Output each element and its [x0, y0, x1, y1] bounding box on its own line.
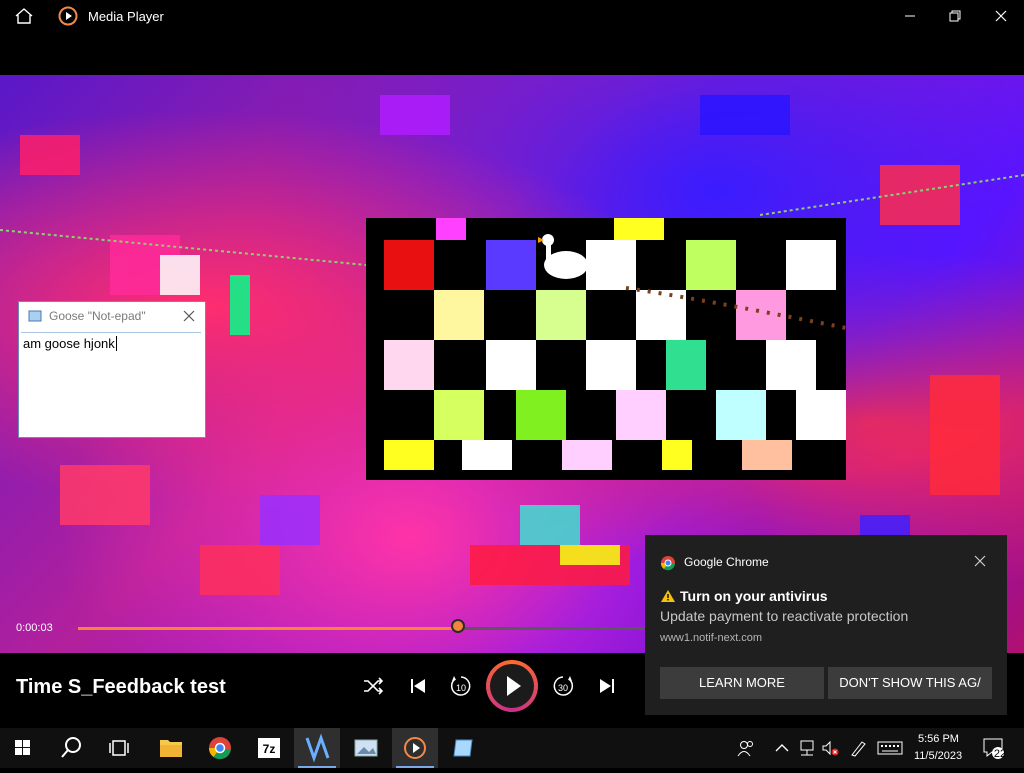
notification-body: Update payment to reactivate protection	[660, 608, 909, 624]
7zip-icon: 7z	[258, 738, 280, 758]
title-bar: Media Player	[0, 0, 1024, 32]
notepad-close-icon[interactable]	[179, 306, 199, 326]
media-player-taskbar-button[interactable]	[392, 728, 438, 768]
pen-icon[interactable]	[848, 739, 868, 757]
minimize-button[interactable]	[887, 0, 933, 32]
file-explorer-button[interactable]	[148, 728, 194, 768]
notepad-taskbar-icon	[453, 739, 473, 757]
seek-bar-fill	[78, 627, 458, 630]
notification-headline: Turn on your antivirus	[680, 588, 828, 604]
clock-date[interactable]: 11/5/2023	[914, 750, 962, 762]
goose-sprite	[538, 234, 588, 279]
photos-button[interactable]	[343, 728, 389, 768]
notepad-text: am goose hjonk	[23, 336, 115, 351]
notepad-title-bar[interactable]: Goose "Not-epad"	[19, 302, 205, 330]
taskbar: 7z 22	[0, 728, 1024, 768]
notepad-icon	[28, 310, 42, 322]
notification-source: www1.notif-next.com	[660, 632, 763, 644]
windows-icon	[15, 740, 30, 755]
chrome-notification[interactable]: Google Chrome Turn on your antivirus Upd…	[645, 535, 1007, 715]
folder-icon	[160, 740, 182, 757]
window-title: Media Player	[88, 9, 164, 24]
people-icon[interactable]	[736, 739, 756, 757]
learn-more-button[interactable]: LEARN MORE	[660, 667, 824, 699]
dont-show-button[interactable]: DON'T SHOW THIS AG/	[828, 667, 992, 699]
volume-muted-icon[interactable]	[820, 739, 840, 757]
notepad-taskbar-button[interactable]	[441, 728, 487, 768]
skip-back-label: 10	[456, 683, 466, 693]
media-player-taskbar-icon	[404, 737, 426, 759]
chrome-icon	[660, 556, 675, 571]
checkerboard-graphic	[366, 218, 847, 480]
seek-thumb[interactable]	[450, 619, 465, 633]
task-view-icon	[109, 740, 129, 756]
notepad-text-area[interactable]: am goose hjonk	[21, 332, 201, 434]
warning-icon	[661, 590, 675, 602]
shuffle-icon[interactable]	[357, 670, 389, 702]
notification-close-icon[interactable]	[972, 553, 988, 569]
notepad-title: Goose "Not-epad"	[49, 309, 146, 323]
close-button[interactable]	[978, 0, 1024, 32]
previous-icon[interactable]	[402, 670, 434, 702]
current-time: 0:00:03	[16, 622, 53, 634]
seek-bar[interactable]	[78, 627, 648, 630]
visual-studio-icon	[305, 733, 330, 763]
clock-time[interactable]: 5:56 PM	[918, 733, 959, 745]
play-button[interactable]	[486, 660, 538, 712]
photos-icon	[354, 739, 378, 757]
notification-count: 22	[993, 748, 1007, 760]
skip-forward-label: 30	[558, 683, 568, 693]
play-icon	[507, 676, 521, 696]
chrome-taskbar-icon	[208, 737, 231, 760]
visual-studio-button[interactable]	[294, 728, 340, 768]
chrome-taskbar-button[interactable]	[197, 728, 243, 768]
skip-back-icon[interactable]: 10	[445, 670, 477, 702]
search-button[interactable]	[48, 728, 94, 768]
keyboard-icon[interactable]	[877, 740, 903, 756]
chevron-up-icon[interactable]	[774, 741, 790, 755]
skip-forward-icon[interactable]: 30	[547, 670, 579, 702]
restore-button[interactable]	[932, 0, 978, 32]
task-view-button[interactable]	[96, 728, 142, 768]
text-cursor	[115, 336, 117, 351]
home-icon[interactable]	[14, 7, 34, 25]
goose-notepad-window[interactable]: Goose "Not-epad" am goose hjonk	[18, 301, 206, 438]
7zip-button[interactable]: 7z	[246, 728, 292, 768]
start-button[interactable]	[0, 728, 46, 768]
media-player-app-icon	[58, 6, 78, 26]
media-title: Time S_Feedback test	[16, 676, 226, 698]
search-icon	[61, 737, 81, 758]
next-icon[interactable]	[591, 670, 623, 702]
notification-app-name: Google Chrome	[684, 555, 769, 569]
network-icon[interactable]	[797, 739, 817, 757]
svg-text:7z: 7z	[263, 742, 276, 756]
